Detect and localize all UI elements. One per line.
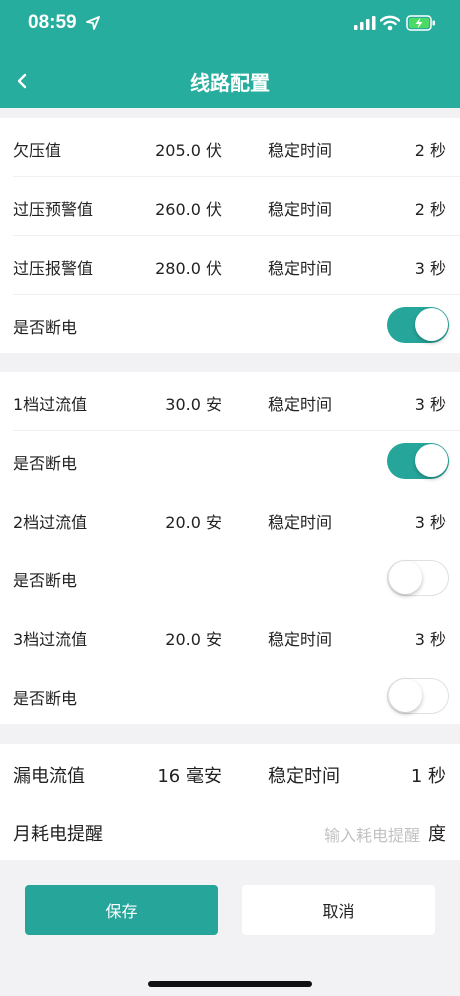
- cancel-button[interactable]: 取消: [242, 885, 435, 935]
- current-cutoff-row-2: 是否断电: [0, 548, 460, 606]
- voltage-section: 欠压值 205.0 伏 稳定时间 2 秒 过压预警值 260.0 伏 稳定时间 …: [0, 118, 460, 353]
- cutoff-label: 是否断电: [13, 318, 78, 337]
- current-cutoff-row-1: 是否断电: [0, 431, 460, 489]
- stable-time-label: 稳定时间: [268, 513, 333, 532]
- voltage-row-over-alarm[interactable]: 过压报警值 280.0 伏 稳定时间 3 秒: [0, 236, 460, 294]
- stable-time-value[interactable]: 1 秒: [411, 762, 446, 788]
- stable-time-value[interactable]: 3 秒: [415, 626, 446, 650]
- signal-icon: [354, 16, 376, 30]
- current-cutoff-toggle-1[interactable]: [387, 443, 449, 479]
- setting-value[interactable]: 20.0 安: [165, 509, 222, 533]
- stable-time-value[interactable]: 2 秒: [415, 137, 446, 161]
- cutoff-label: 是否断电: [13, 689, 78, 708]
- toggle-knob: [389, 679, 422, 712]
- setting-label: 过压预警值: [13, 200, 94, 219]
- current-section: 1档过流值 30.0 安 稳定时间 3 秒 是否断电 2档过流值 20.0 安 …: [0, 372, 460, 724]
- current-row-level-2[interactable]: 2档过流值 20.0 安 稳定时间 3 秒: [0, 490, 460, 548]
- stable-time-value[interactable]: 2 秒: [415, 196, 446, 220]
- stable-time-label: 稳定时间: [268, 141, 333, 160]
- monthly-reminder-row: 月耗电提醒 输入耗电提醒 度: [0, 802, 460, 860]
- cutoff-label: 是否断电: [13, 571, 78, 590]
- stable-time-value[interactable]: 3 秒: [415, 509, 446, 533]
- stable-time-label: 稳定时间: [268, 395, 333, 414]
- current-cutoff-toggle-3[interactable]: [387, 678, 449, 714]
- stable-time-value[interactable]: 3 秒: [415, 255, 446, 279]
- setting-value[interactable]: 280.0 伏: [155, 255, 222, 279]
- setting-value[interactable]: 20.0 安: [165, 626, 222, 650]
- setting-value[interactable]: 16 毫安: [157, 762, 222, 788]
- stable-time-label: 稳定时间: [268, 200, 333, 219]
- stable-time-value[interactable]: 3 秒: [415, 391, 446, 415]
- current-row-level-1[interactable]: 1档过流值 30.0 安 稳定时间 3 秒: [0, 372, 460, 430]
- setting-value[interactable]: 205.0 伏: [155, 137, 222, 161]
- setting-label: 欠压值: [13, 141, 62, 160]
- home-indicator: [148, 981, 312, 987]
- stable-time-label: 稳定时间: [268, 630, 333, 649]
- setting-label: 过压报警值: [13, 259, 94, 278]
- voltage-cutoff-row: 是否断电: [0, 295, 460, 353]
- leakage-row[interactable]: 漏电流值 16 毫安 稳定时间 1 秒: [0, 744, 460, 802]
- leakage-section: 漏电流值 16 毫安 稳定时间 1 秒 月耗电提醒 输入耗电提醒 度: [0, 744, 460, 860]
- current-cutoff-toggle-2[interactable]: [387, 560, 449, 596]
- toggle-knob: [389, 561, 422, 594]
- setting-label: 1档过流值: [13, 395, 88, 414]
- voltage-row-under[interactable]: 欠压值 205.0 伏 稳定时间 2 秒: [0, 118, 460, 176]
- current-row-level-3[interactable]: 3档过流值 20.0 安 稳定时间 3 秒: [0, 607, 460, 665]
- cutoff-label: 是否断电: [13, 454, 78, 473]
- setting-label: 月耗电提醒: [13, 824, 103, 845]
- monthly-reminder-input[interactable]: 输入耗电提醒: [324, 822, 420, 846]
- setting-value[interactable]: 260.0 伏: [155, 196, 222, 220]
- page-title: 线路配置: [190, 71, 270, 95]
- voltage-row-over-warning[interactable]: 过压预警值 260.0 伏 稳定时间 2 秒: [0, 177, 460, 235]
- stable-time-label: 稳定时间: [268, 766, 340, 787]
- status-time: 08:59: [28, 12, 77, 33]
- toggle-knob: [415, 444, 448, 477]
- wifi-icon: [380, 15, 400, 31]
- voltage-cutoff-toggle[interactable]: [387, 307, 449, 343]
- battery-charging-icon: [406, 15, 435, 31]
- stable-time-label: 稳定时间: [268, 259, 333, 278]
- setting-label: 漏电流值: [13, 766, 85, 787]
- setting-label: 2档过流值: [13, 513, 88, 532]
- app-header: 08:59 线路配置: [0, 0, 460, 108]
- toggle-knob: [415, 308, 448, 341]
- monthly-unit: 度: [428, 824, 446, 845]
- location-arrow-icon: [86, 16, 100, 30]
- setting-value[interactable]: 30.0 安: [165, 391, 222, 415]
- current-cutoff-row-3: 是否断电: [0, 666, 460, 724]
- save-button[interactable]: 保存: [25, 885, 218, 935]
- setting-label: 3档过流值: [13, 630, 88, 649]
